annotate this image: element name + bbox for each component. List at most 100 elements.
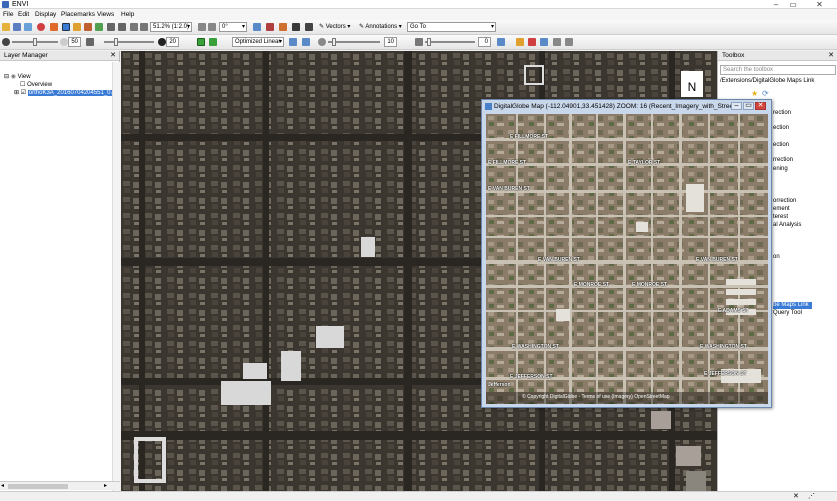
overview-label: Overview <box>27 82 53 88</box>
stretch-icon[interactable] <box>197 38 205 46</box>
vectors-menu[interactable]: ✎ Vectors ▾ <box>319 22 350 32</box>
select-tool-icon[interactable] <box>62 23 70 31</box>
close-panel-icon[interactable]: ✕ <box>110 51 116 61</box>
histogram-icon[interactable] <box>516 38 524 46</box>
zoom-icon[interactable] <box>50 23 58 31</box>
portal-view-icon[interactable] <box>565 38 573 46</box>
street-label: E VAN BUREN ST <box>488 186 530 192</box>
toolbox-item-selected[interactable]: be Maps Link <box>773 302 812 309</box>
toolbox-item[interactable]: al Analysis <box>773 222 801 229</box>
zoom-in-icon[interactable] <box>107 23 115 31</box>
contrast-slider[interactable] <box>104 38 154 46</box>
scroll-right-icon[interactable]: ▸ <box>104 482 107 489</box>
dg-close-icon[interactable]: ✕ <box>755 102 766 110</box>
stretch-dropdown[interactable]: Optimized Linear <box>232 37 284 47</box>
crosshair-icon[interactable] <box>253 23 261 31</box>
status-close-icon[interactable]: ✕ <box>793 492 799 501</box>
stretch-full-icon[interactable] <box>209 38 217 46</box>
layer-manager-panel: Layer Manager ✕ ⊟ ◉ View ☐ Overview ⊞ ☑ o… <box>0 51 120 491</box>
toolbox-item[interactable]: on <box>773 254 780 261</box>
refresh-icon[interactable] <box>289 38 297 46</box>
close-icon[interactable]: ✕ <box>802 0 837 9</box>
transparency-slider[interactable] <box>425 38 475 46</box>
contrast-slider-handle[interactable] <box>114 38 118 46</box>
pan-hand-icon[interactable] <box>73 23 81 31</box>
horizontal-scrollbar[interactable]: ◂ ▸ <box>0 481 120 490</box>
layer-checkbox-icon[interactable]: ☑ <box>21 90 26 96</box>
toolbox-item[interactable]: orrection <box>773 198 796 205</box>
sharpen-value[interactable]: 10 <box>384 37 397 47</box>
menu-placemarks[interactable]: Placemarks <box>61 9 95 20</box>
contrast-value[interactable]: 20 <box>166 37 179 47</box>
rotation-dropdown[interactable]: 0° <box>219 22 247 32</box>
layer-label[interactable]: orthoK3A_20160704204551_07 <box>27 90 115 96</box>
dg-maximize-icon[interactable]: ▭ <box>743 102 754 110</box>
menu-display[interactable]: Display <box>35 9 56 20</box>
main-toolbar: 51.2% (1:2.0) 0° ✎ Vectors ▾ ✎ Annotatio… <box>0 20 837 35</box>
scrollbar-thumb[interactable] <box>8 484 68 489</box>
measure-icon[interactable] <box>279 23 287 31</box>
placemark-icon[interactable] <box>37 23 45 31</box>
digitalglobe-map-window[interactable]: DigitalGlobe Map (-112.04901,33.451428) … <box>481 99 772 408</box>
fixed-zoom-in-icon[interactable] <box>130 23 138 31</box>
zoom-out-icon[interactable] <box>118 23 126 31</box>
view-label: View <box>17 74 31 80</box>
portal-icon[interactable] <box>292 23 300 31</box>
menu-file[interactable]: File <box>3 9 13 20</box>
toolbox-item[interactable]: ection <box>773 125 789 132</box>
menu-help[interactable]: Help <box>121 9 134 20</box>
sharpen-slider-handle[interactable] <box>332 38 336 46</box>
minimize-icon[interactable]: – <box>768 0 784 9</box>
layer-icon[interactable] <box>24 23 32 31</box>
vertical-scrollbar[interactable] <box>112 62 120 491</box>
favorite-star-icon[interactable]: ★ <box>751 89 758 98</box>
chip-icon[interactable] <box>528 38 536 46</box>
toolbox-item[interactable]: rrection <box>773 157 793 164</box>
dg-minimize-icon[interactable]: – <box>731 102 742 110</box>
fly-icon[interactable] <box>95 23 103 31</box>
dg-map-imagery[interactable]: E FILLMORE ST E FILLMORE ST E TAYLOR ST … <box>486 114 768 404</box>
rotate-right-icon[interactable] <box>208 23 216 31</box>
overview-checkbox-icon[interactable]: ☐ <box>20 82 25 88</box>
tree-view-node[interactable]: ⊟ ◉ View <box>4 74 31 81</box>
toolbox-item[interactable]: terest <box>773 214 788 221</box>
open-folder-icon[interactable] <box>2 23 10 31</box>
toolbox-search-input[interactable]: Search the toolbox <box>720 65 836 75</box>
toolbox-item[interactable]: ection <box>773 142 789 149</box>
close-toolbox-icon[interactable]: ✕ <box>828 51 834 61</box>
tree-overview-node[interactable]: ☐ Overview <box>20 82 52 89</box>
data-manager-icon[interactable] <box>13 23 21 31</box>
flicker-icon[interactable] <box>497 38 505 46</box>
scroll-left-icon[interactable]: ◂ <box>1 482 4 489</box>
menu-views[interactable]: Views <box>97 9 114 20</box>
maximize-icon[interactable]: ▭ <box>785 0 801 9</box>
menu-bar: File Edit Display Placemarks Views Help <box>0 9 837 20</box>
goto-field[interactable]: Go To <box>407 22 496 32</box>
annotations-menu[interactable]: ✎ Annotations ▾ <box>359 22 402 32</box>
transparency-slider-handle[interactable] <box>427 38 431 46</box>
swipe-icon[interactable] <box>553 38 561 46</box>
cursor-value-icon[interactable] <box>266 23 274 31</box>
tree-layer-node[interactable]: ⊞ ☑ orthoK3A_20160704204551_07 <box>14 90 115 97</box>
link-icon[interactable] <box>540 38 548 46</box>
rotate-icon[interactable] <box>84 23 92 31</box>
brightness-value[interactable]: 50 <box>68 37 81 47</box>
zoom-dropdown[interactable]: 51.2% (1:2.0) <box>150 22 192 32</box>
transparency-value[interactable]: 0 <box>478 37 491 47</box>
fixed-zoom-out-icon[interactable] <box>140 23 148 31</box>
brightness-slider-handle[interactable] <box>33 38 37 46</box>
sharpen-slider[interactable] <box>328 38 380 46</box>
rotate-left-icon[interactable] <box>198 23 206 31</box>
street-label: E ADAMS ST <box>718 308 749 314</box>
toolbox-item[interactable]: rection <box>773 110 791 117</box>
roi-icon[interactable] <box>305 23 313 31</box>
menu-edit[interactable]: Edit <box>18 9 29 20</box>
refresh-toolbox-icon[interactable]: ⟳ <box>762 89 769 98</box>
toolbox-item[interactable]: ening <box>773 166 788 173</box>
brightness-slider[interactable] <box>12 38 58 46</box>
toolbox-item[interactable]: Query Tool <box>773 310 802 317</box>
transparency-icon <box>415 38 423 46</box>
toolbox-item[interactable]: ement <box>773 206 790 213</box>
contrast-dark-icon <box>158 38 166 46</box>
reset-icon[interactable] <box>302 38 310 46</box>
